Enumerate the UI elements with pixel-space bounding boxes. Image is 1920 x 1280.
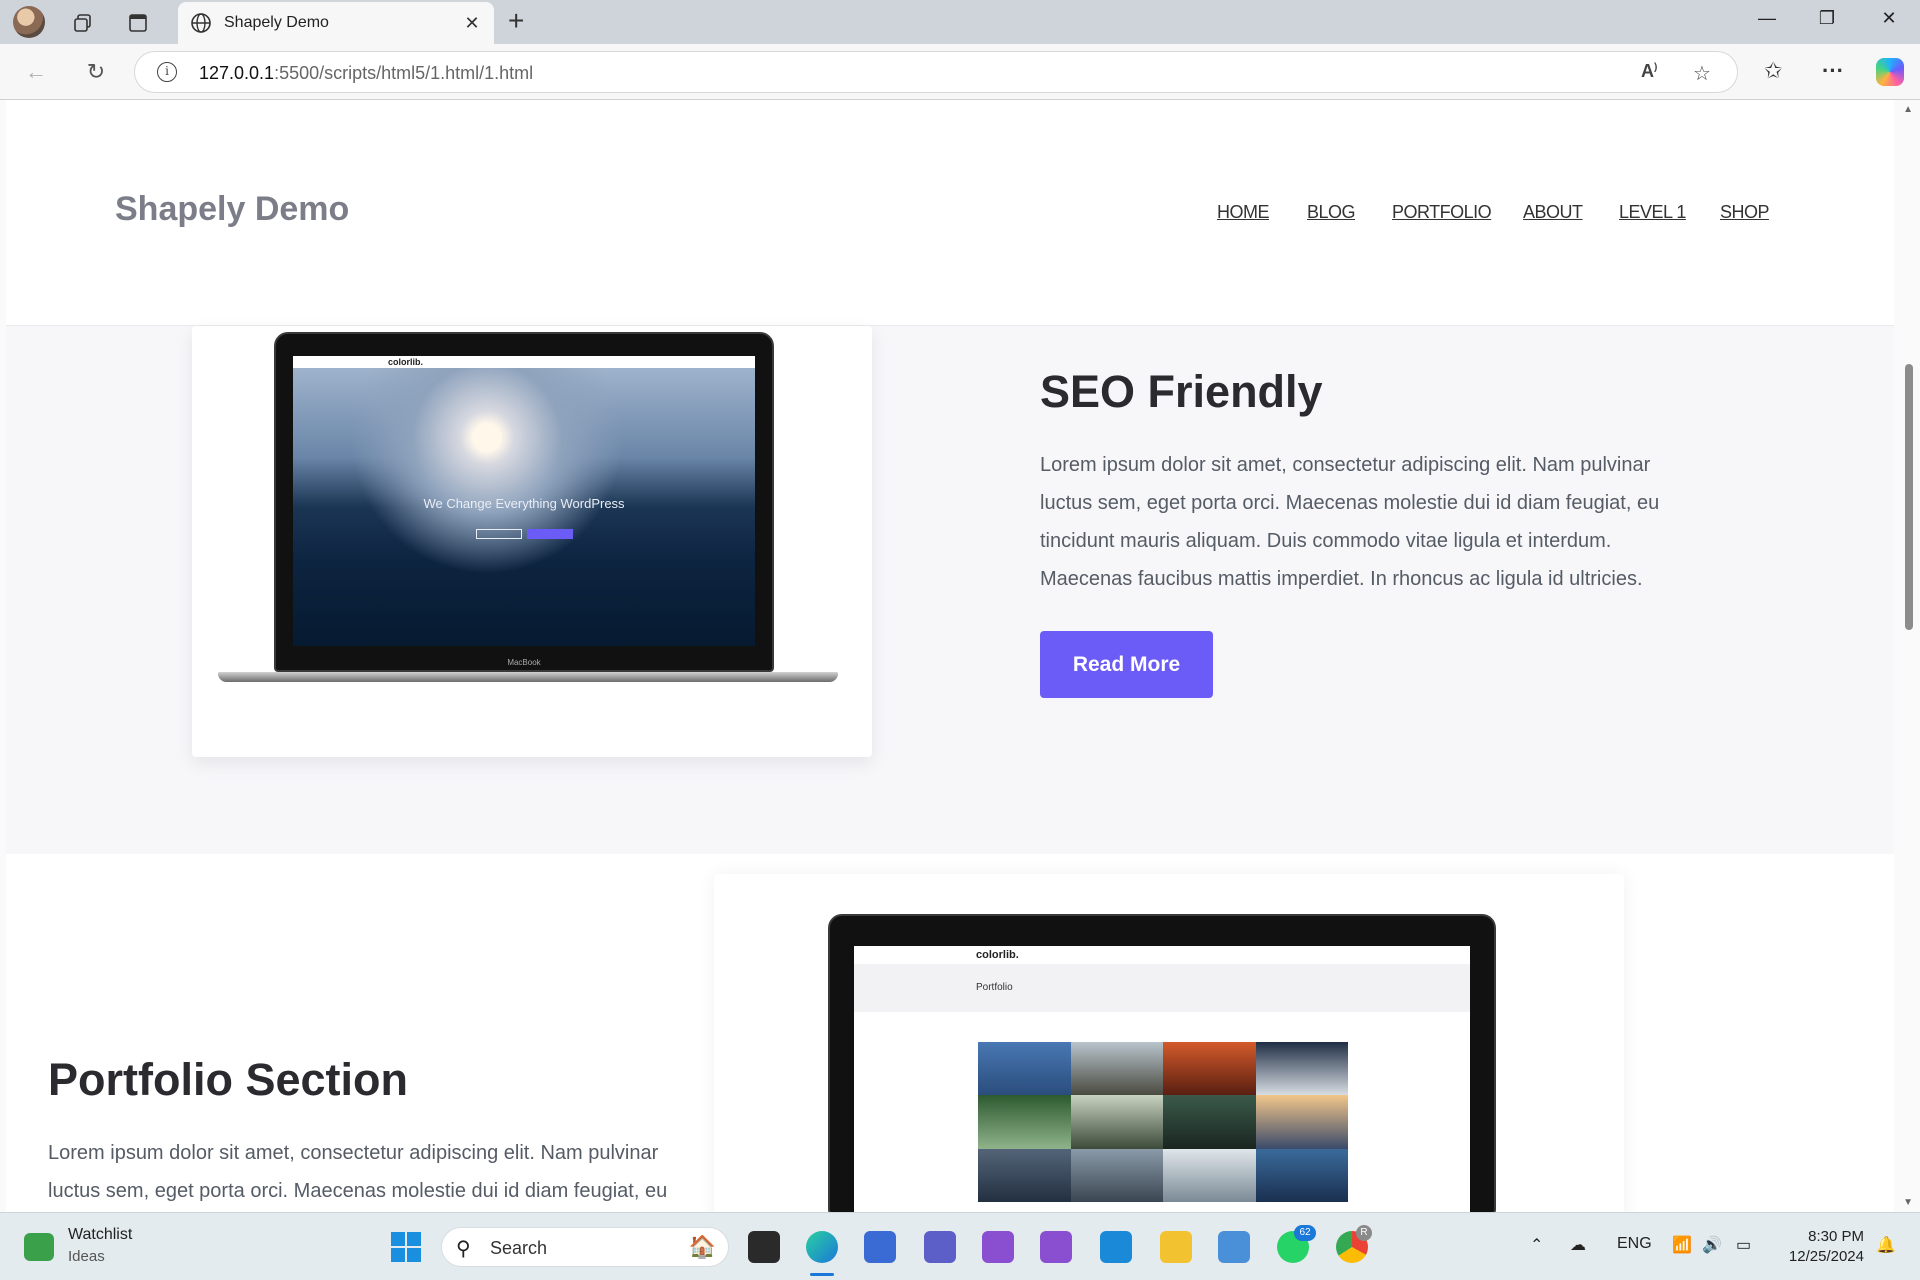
nav-about[interactable]: ABOUT: [1523, 202, 1583, 223]
taskbar-search[interactable]: ⚲ Search 🏠: [441, 1227, 729, 1267]
mockup-base-label: MacBook: [507, 658, 541, 667]
battery-icon[interactable]: ▭: [1736, 1235, 1751, 1255]
portfolio-image-card: colorlib. Portfolio: [714, 874, 1624, 1212]
close-window-button[interactable]: ✕: [1874, 8, 1904, 29]
address-toolbar: ← ↻ i 127.0.0.1:5500/scripts/html5/1.htm…: [0, 44, 1920, 100]
portfolio-paragraph: Lorem ipsum dolor sit amet, consectetur …: [48, 1142, 668, 1202]
minimize-button[interactable]: —: [1752, 8, 1782, 29]
windows-start-icon[interactable]: [390, 1231, 422, 1263]
reload-button[interactable]: ↻: [82, 58, 110, 86]
restore-button[interactable]: ❐: [1812, 8, 1842, 29]
whatsapp-badge: 62: [1294, 1225, 1316, 1241]
system-clock[interactable]: 8:30 PM 12/25/2024: [1770, 1227, 1864, 1267]
portfolio-thumbnail-grid: [978, 1042, 1348, 1202]
back-button[interactable]: ←: [22, 58, 50, 86]
site-info-icon[interactable]: i: [157, 62, 177, 82]
task-view-icon[interactable]: [748, 1231, 780, 1263]
read-more-button[interactable]: Read More: [1040, 631, 1213, 698]
onedrive-icon[interactable]: ☁: [1570, 1235, 1586, 1255]
laptop-mockup-portfolio: colorlib. Portfolio: [828, 914, 1496, 1212]
edge-browser-icon[interactable]: [806, 1231, 838, 1263]
address-bar[interactable]: i 127.0.0.1:5500/scripts/html5/1.html/1.…: [134, 51, 1738, 93]
nav-level-1[interactable]: LEVEL 1: [1619, 202, 1686, 223]
mockup-button-primary: [527, 529, 573, 539]
widget-title[interactable]: Watchlist: [68, 1226, 132, 1244]
tab-shapely-demo[interactable]: Shapely Demo ✕: [178, 2, 494, 44]
edge-active-indicator: [810, 1273, 834, 1276]
portfolio-section: Portfolio Section Lorem ipsum dolor sit …: [6, 854, 1894, 1212]
remote-desktop-icon[interactable]: [1218, 1231, 1250, 1263]
favorite-star-icon[interactable]: ☆: [1693, 61, 1711, 86]
visual-studio-preview-icon[interactable]: [982, 1231, 1014, 1263]
search-highlight-icon: 🏠: [688, 1234, 716, 1259]
chrome-profile-badge: R: [1356, 1225, 1372, 1241]
portfolio-mockup-title: Portfolio: [976, 982, 1013, 993]
volume-icon[interactable]: 🔊: [1702, 1235, 1722, 1255]
profile-avatar[interactable]: [13, 6, 45, 38]
browser-tab-bar: Shapely Demo ✕ + — ❐ ✕: [0, 0, 1920, 44]
tray-overflow-icon[interactable]: ⌃: [1530, 1235, 1543, 1255]
seo-image-card: colorlib. We Change Everything WordPress…: [192, 326, 872, 757]
copilot-icon[interactable]: [1876, 58, 1904, 86]
site-header: Shapely Demo HOME BLOG PORTFOLIO ABOUT L…: [6, 100, 1894, 326]
new-tab-button[interactable]: +: [508, 6, 524, 36]
seo-section: colorlib. We Change Everything WordPress…: [6, 326, 1894, 854]
more-menu-icon[interactable]: ···: [1822, 58, 1844, 84]
scroll-down-arrow-icon[interactable]: ▼: [1903, 1197, 1913, 1208]
laptop-base: [218, 672, 838, 682]
page-viewport: Shapely Demo HOME BLOG PORTFOLIO ABOUT L…: [0, 100, 1920, 1212]
globe-icon: [191, 13, 211, 33]
language-indicator[interactable]: ENG: [1617, 1235, 1652, 1253]
search-placeholder: Search: [490, 1238, 548, 1258]
windows-taskbar: Watchlist Ideas ⚲ Search 🏠 62 R ⌃ ☁ ENG …: [0, 1212, 1920, 1280]
tab-title: Shapely Demo: [224, 14, 329, 31]
portfolio-heading: Portfolio Section: [48, 1054, 408, 1105]
watchlist-widget-icon[interactable]: [24, 1233, 54, 1261]
page-scrollbar[interactable]: ▲ ▼: [1898, 100, 1920, 1212]
teams-icon[interactable]: [924, 1231, 956, 1263]
nav-portfolio[interactable]: PORTFOLIO: [1392, 202, 1492, 223]
laptop-mockup-image: colorlib. We Change Everything WordPress…: [218, 332, 838, 692]
search-icon: ⚲: [456, 1238, 471, 1260]
url-text[interactable]: 127.0.0.1:5500/scripts/html5/1.html/1.ht…: [199, 63, 533, 84]
nav-shop[interactable]: SHOP: [1720, 202, 1770, 223]
mockup-hero-text: We Change Everything WordPress: [423, 496, 625, 511]
file-explorer-icon[interactable]: [1160, 1231, 1192, 1263]
portfolio-mockup-brand: colorlib.: [976, 949, 1019, 961]
visual-studio-icon[interactable]: [1040, 1231, 1072, 1263]
wifi-icon[interactable]: 📶: [1672, 1235, 1692, 1255]
nav-blog[interactable]: BLOG: [1307, 202, 1356, 223]
vscode-icon[interactable]: [1100, 1231, 1132, 1263]
read-aloud-icon[interactable]: A): [1641, 61, 1657, 82]
tab-actions-icon[interactable]: [123, 8, 153, 38]
widget-subtitle: Ideas: [68, 1248, 105, 1265]
mockup-button-outline: [476, 529, 522, 539]
notification-bell-icon[interactable]: 🔔: [1876, 1235, 1896, 1255]
site-brand[interactable]: Shapely Demo: [115, 190, 349, 229]
scrollbar-thumb[interactable]: [1905, 364, 1913, 630]
favorites-icon[interactable]: ✩: [1764, 58, 1782, 84]
workspaces-icon[interactable]: [68, 8, 98, 38]
seo-heading: SEO Friendly: [1040, 366, 1323, 417]
mockup-brand: colorlib.: [388, 357, 424, 367]
close-tab-icon[interactable]: ✕: [462, 13, 482, 34]
scroll-up-arrow-icon[interactable]: ▲: [1903, 104, 1913, 115]
nav-home[interactable]: HOME: [1217, 202, 1270, 223]
seo-paragraph: Lorem ipsum dolor sit amet, consectetur …: [1040, 454, 1660, 590]
snipping-tool-icon[interactable]: [864, 1231, 896, 1263]
